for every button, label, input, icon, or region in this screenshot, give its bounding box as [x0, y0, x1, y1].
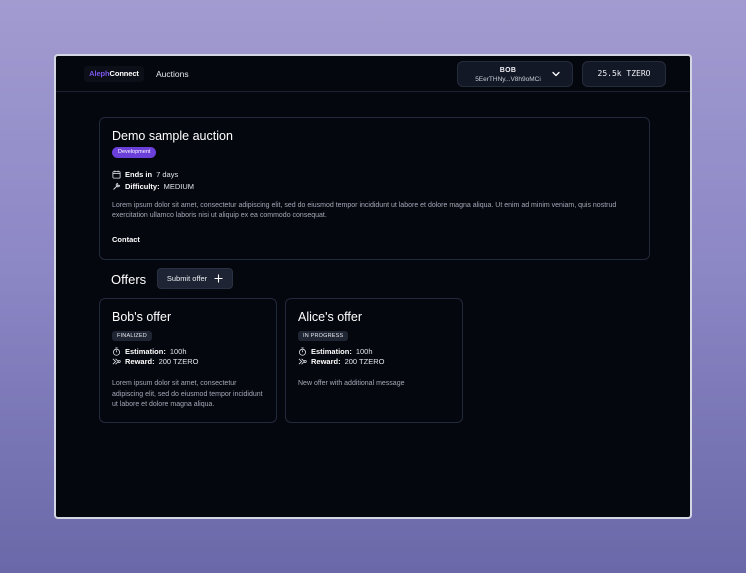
ends-label: Ends in: [125, 169, 153, 179]
offer-card[interactable]: Bob's offer FINALIZED Estimation: 100h R…: [99, 298, 277, 423]
app-window: AlephConnect Auctions BOB 5EerTHNy...V8h…: [54, 54, 692, 519]
auction-title: Demo sample auction: [112, 129, 233, 143]
account-address: 5EerTHNy...V8h9oMCi: [475, 76, 541, 83]
offer-description: Lorem ipsum dolor sit amet, consectetur …: [112, 380, 263, 408]
reward-row: Reward: 200 TZERO: [112, 356, 198, 366]
difficulty-row: Difficulty: MEDIUM: [112, 181, 194, 191]
reward-icon: [112, 358, 121, 364]
reward-label: Reward:: [125, 356, 155, 366]
plus-icon: [214, 274, 223, 283]
offer-title: Alice's offer: [298, 310, 362, 324]
reward-value: 200 TZERO: [344, 356, 385, 366]
ends-value: 7 days: [156, 169, 179, 179]
logo-brand: Aleph: [89, 69, 110, 78]
auction-card: Demo sample auction Development Ends in …: [99, 117, 650, 260]
estimation-row: Estimation: 100h: [112, 346, 187, 356]
submit-offer-label: Submit offer: [166, 274, 208, 283]
difficulty-value: MEDIUM: [163, 181, 195, 191]
status-badge: IN PROGRESS: [298, 331, 349, 341]
account-selector[interactable]: BOB 5EerTHNy...V8h9oMCi: [457, 61, 573, 87]
auction-description: Lorem ipsum dolor sit amet, consectetur …: [112, 202, 617, 219]
stopwatch-icon: [299, 346, 306, 356]
reward-icon: [298, 358, 307, 364]
category-tag: Development: [112, 147, 157, 158]
reward-label: Reward:: [311, 356, 341, 366]
logo[interactable]: AlephConnect: [84, 66, 144, 82]
calendar-icon: [112, 170, 121, 179]
top-bar: AlephConnect Auctions BOB 5EerTHNy...V8h…: [56, 56, 690, 92]
estimation-label: Estimation:: [311, 346, 352, 356]
estimation-value: 100h: [355, 346, 373, 356]
offers-heading: Offers: [111, 272, 147, 287]
reward-value: 200 TZERO: [158, 356, 199, 366]
wrench-icon: [113, 182, 121, 190]
contact-link[interactable]: Contact: [112, 235, 140, 244]
reward-row: Reward: 200 TZERO: [298, 356, 384, 366]
submit-offer-button[interactable]: Submit offer: [157, 268, 233, 289]
estimation-row: Estimation: 100h: [298, 346, 373, 356]
chevron-down-icon: [552, 71, 560, 77]
offer-card[interactable]: Alice's offer IN PROGRESS Estimation: 10…: [285, 298, 463, 423]
offer-description: New offer with additional message: [298, 380, 405, 387]
stopwatch-icon: [113, 346, 120, 356]
estimation-label: Estimation:: [125, 346, 166, 356]
status-badge: FINALIZED: [112, 331, 152, 341]
ends-row: Ends in 7 days: [112, 169, 178, 179]
nav-auctions[interactable]: Auctions: [156, 69, 189, 79]
logo-text: Connect: [109, 69, 139, 78]
estimation-value: 100h: [169, 346, 187, 356]
balance-badge[interactable]: 25.5k TZERO: [582, 61, 666, 87]
account-name: BOB: [499, 67, 517, 74]
offer-title: Bob's offer: [112, 310, 172, 324]
difficulty-label: Difficulty:: [125, 181, 160, 191]
